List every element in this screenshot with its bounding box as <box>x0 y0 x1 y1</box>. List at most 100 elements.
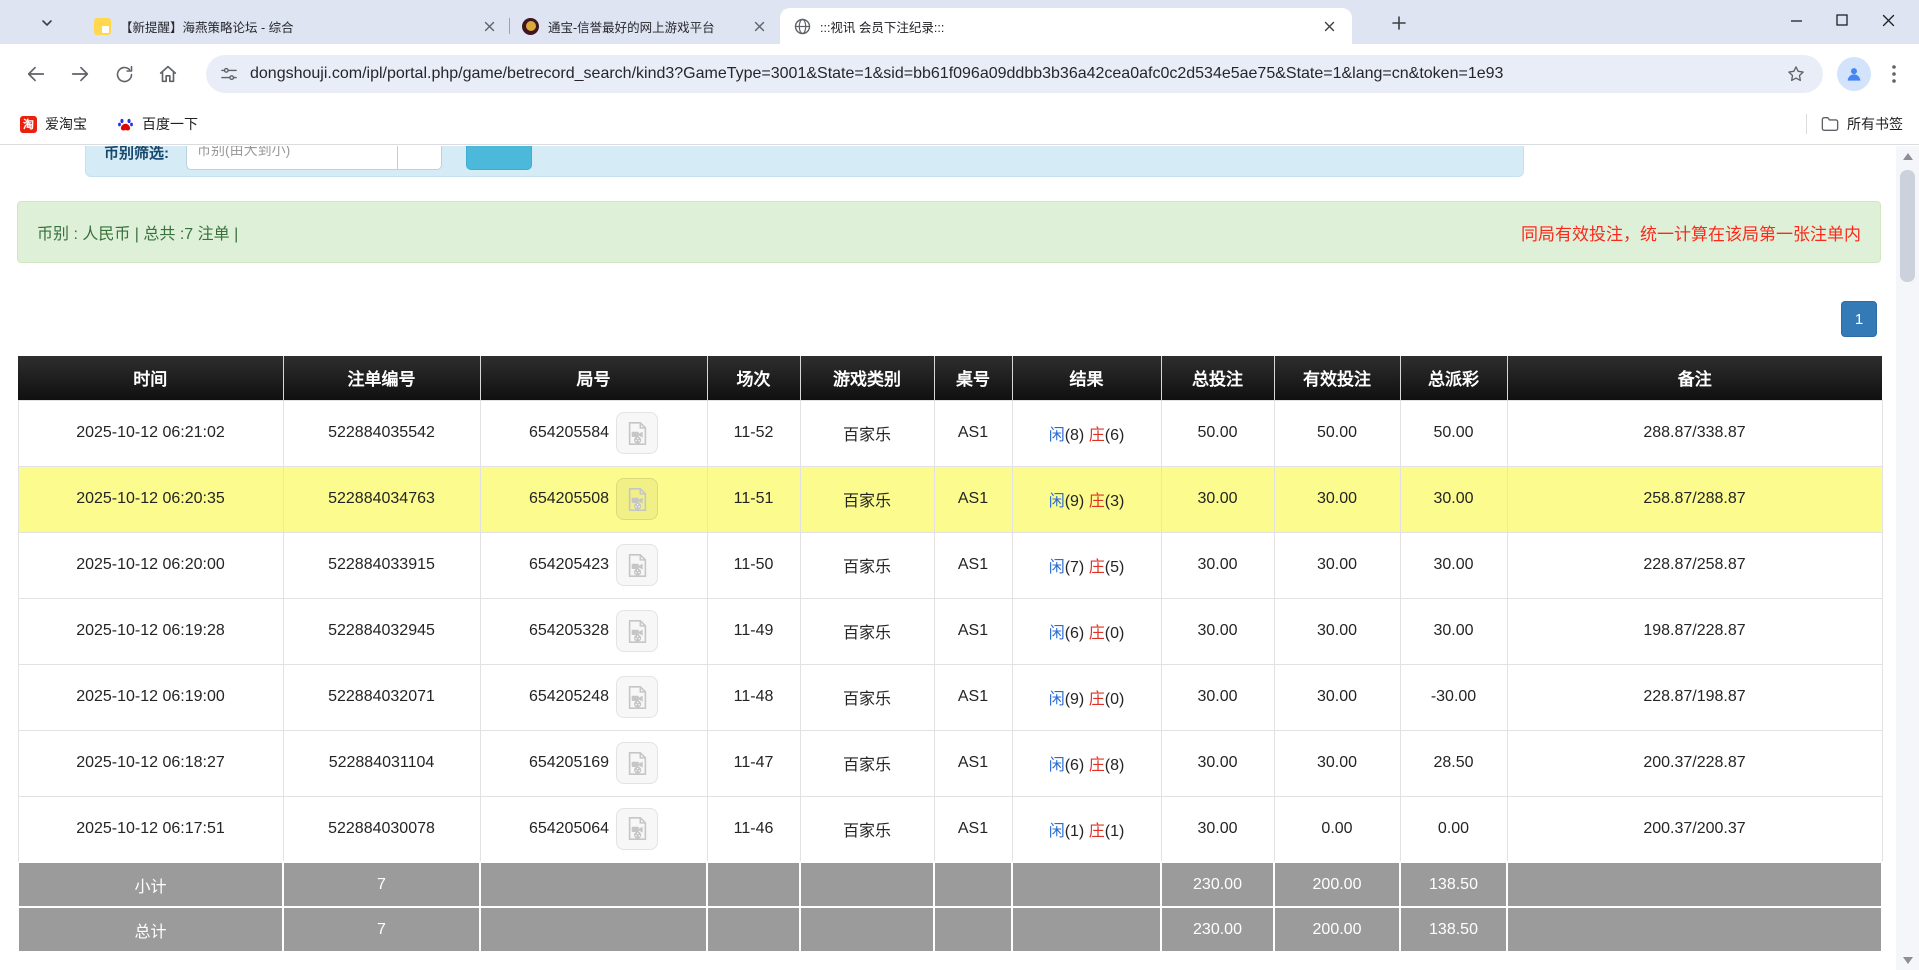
cell-valid-bet: 30.00 <box>1274 598 1400 664</box>
cell-time: 2025-10-12 06:20:00 <box>18 532 283 598</box>
globe-favicon-icon <box>794 18 811 35</box>
banker-label: 庄 <box>1089 823 1105 840</box>
forward-button[interactable] <box>58 52 102 96</box>
cell-session: 11-51 <box>707 466 800 532</box>
browser-menu-icon[interactable] <box>1877 54 1911 94</box>
tab-close-icon[interactable] <box>751 18 768 35</box>
close-window-button[interactable] <box>1865 0 1911 40</box>
tab-title: 【新提醒】海燕策略论坛 - 综合 <box>120 17 473 36</box>
cell-note: 258.87/288.87 <box>1507 466 1882 532</box>
filter-search-button[interactable] <box>466 146 532 170</box>
cell-table-no: AS1 <box>934 730 1012 796</box>
cell-time: 2025-10-12 06:18:27 <box>18 730 283 796</box>
cell-session: 11-50 <box>707 532 800 598</box>
cell-valid-bet: 0.00 <box>1274 796 1400 862</box>
minimize-button[interactable] <box>1773 0 1819 40</box>
bookmark-baidu[interactable]: 百度一下 <box>117 114 198 134</box>
table-row: 2025-10-12 06:18:27 522884031104 6542051… <box>18 730 1882 796</box>
bookmark-label: 爱淘宝 <box>45 114 87 134</box>
cell-game-type: 百家乐 <box>800 466 934 532</box>
url-bar[interactable]: dongshouji.com/ipl/portal.php/game/betre… <box>206 55 1823 93</box>
home-button[interactable] <box>146 52 190 96</box>
cell-game-type: 百家乐 <box>800 664 934 730</box>
cell-session: 11-47 <box>707 730 800 796</box>
tab-tongbao[interactable]: 通宝-信誉最好的网上游戏平台 <box>512 8 778 44</box>
bookmark-star-icon[interactable] <box>1783 61 1809 87</box>
banker-label: 庄 <box>1089 559 1105 576</box>
baidu-paw-icon <box>117 116 134 133</box>
cell-valid-bet: 30.00 <box>1274 664 1400 730</box>
player-value: (6) <box>1065 625 1085 642</box>
tab-close-icon[interactable] <box>481 18 498 35</box>
cell-bet-id: 522884032945 <box>283 598 480 664</box>
grand-total-valid-bet: 200.00 <box>1274 907 1400 952</box>
cell-time: 2025-10-12 06:19:00 <box>18 664 283 730</box>
cell-total-bet: 30.00 <box>1161 730 1274 796</box>
subtotal-row: 小计 7 230.00 200.00 138.50 <box>18 862 1882 907</box>
all-bookmarks-label[interactable]: 所有书签 <box>1847 114 1903 134</box>
bookmark-aitaobao[interactable]: 淘 爱淘宝 <box>20 114 87 134</box>
player-label: 闲 <box>1049 823 1065 840</box>
video-replay-button[interactable] <box>616 808 658 850</box>
video-replay-button[interactable] <box>616 478 658 520</box>
round-id-text: 654205508 <box>529 490 609 508</box>
cell-payout: 30.00 <box>1400 466 1507 532</box>
filter-label: 币别筛选: <box>104 146 169 163</box>
banker-label: 庄 <box>1089 493 1105 510</box>
bookmarks-right: 所有书签 <box>1806 114 1903 134</box>
cell-total-bet: 30.00 <box>1161 466 1274 532</box>
player-value: (1) <box>1065 823 1085 840</box>
scrollbar-down-arrow[interactable] <box>1896 950 1919 970</box>
player-value: (7) <box>1065 559 1085 576</box>
cell-result: 闲(1) 庄(1) <box>1012 796 1161 862</box>
subtotal-total-bet: 230.00 <box>1161 862 1274 907</box>
tab-search-chevron-icon[interactable] <box>34 10 60 36</box>
scrollbar-thumb[interactable] <box>1900 170 1915 282</box>
cell-bet-id: 522884032071 <box>283 664 480 730</box>
currency-filter-input[interactable] <box>186 146 398 170</box>
video-replay-button[interactable] <box>616 742 658 784</box>
cell-table-no: AS1 <box>934 400 1012 466</box>
cell-bet-id: 522884030078 <box>283 796 480 862</box>
header-round-id: 局号 <box>480 356 707 400</box>
header-valid-bet: 有效投注 <box>1274 356 1400 400</box>
new-tab-button[interactable] <box>1386 10 1412 36</box>
tab-close-icon[interactable] <box>1321 18 1338 35</box>
page-1-button[interactable]: 1 <box>1841 301 1877 337</box>
player-label: 闲 <box>1049 427 1065 444</box>
bet-record-table: 时间 注单编号 局号 场次 游戏类别 桌号 结果 总投注 有效投注 总派彩 备注… <box>17 356 1883 953</box>
cell-table-no: AS1 <box>934 466 1012 532</box>
currency-summary-text: 币别 : 人民币 | 总共 :7 注单 | <box>37 220 238 244</box>
site-settings-icon[interactable] <box>220 65 238 83</box>
cell-time: 2025-10-12 06:19:28 <box>18 598 283 664</box>
folder-icon <box>1821 116 1839 132</box>
url-text[interactable]: dongshouji.com/ipl/portal.php/game/betre… <box>250 65 1783 83</box>
header-total-bet: 总投注 <box>1161 356 1274 400</box>
table-body: 2025-10-12 06:21:02 522884035542 6542055… <box>18 400 1882 862</box>
forum-favicon-icon <box>94 18 111 35</box>
scrollbar-up-arrow[interactable] <box>1896 146 1919 166</box>
cell-note: 200.37/200.37 <box>1507 796 1882 862</box>
video-replay-button[interactable] <box>616 610 658 652</box>
banker-value: (5) <box>1105 559 1125 576</box>
back-button[interactable] <box>14 52 58 96</box>
video-replay-button[interactable] <box>616 676 658 718</box>
player-label: 闲 <box>1049 493 1065 510</box>
filter-dropdown-stub[interactable] <box>398 146 442 170</box>
cell-session: 11-48 <box>707 664 800 730</box>
header-result: 结果 <box>1012 356 1161 400</box>
tab-bet-record-active[interactable]: :::视讯 会员下注纪录::: <box>780 8 1352 44</box>
maximize-button[interactable] <box>1819 0 1865 40</box>
profile-avatar[interactable] <box>1837 57 1871 91</box>
tab-forum[interactable]: 【新提醒】海燕策略论坛 - 综合 <box>84 8 508 44</box>
header-payout: 总派彩 <box>1400 356 1507 400</box>
cell-valid-bet: 30.00 <box>1274 466 1400 532</box>
banker-label: 庄 <box>1089 427 1105 444</box>
cell-round-id: 654205064 <box>480 796 707 862</box>
page-scrollbar[interactable] <box>1896 146 1919 970</box>
cell-total-bet: 30.00 <box>1161 532 1274 598</box>
tab-separator <box>509 18 510 34</box>
reload-button[interactable] <box>102 52 146 96</box>
video-replay-button[interactable] <box>616 544 658 586</box>
video-replay-button[interactable] <box>616 412 658 454</box>
